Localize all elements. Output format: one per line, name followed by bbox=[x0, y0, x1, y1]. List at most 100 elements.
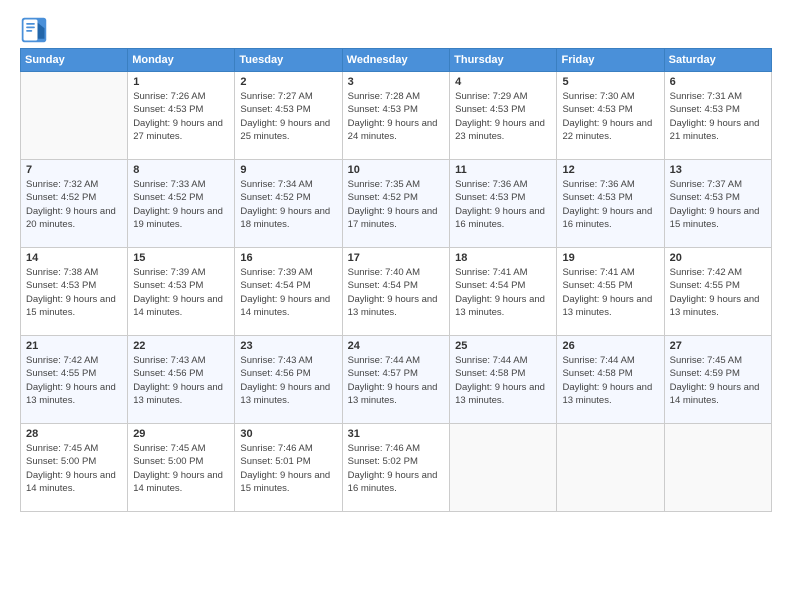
calendar-week-1: 1 Sunrise: 7:26 AMSunset: 4:53 PMDaylight… bbox=[21, 72, 772, 160]
day-info: Sunrise: 7:43 AMSunset: 4:56 PMDaylight:… bbox=[133, 354, 229, 407]
day-number: 11 bbox=[455, 164, 551, 176]
day-info: Sunrise: 7:33 AMSunset: 4:52 PMDaylight:… bbox=[133, 178, 229, 231]
calendar-week-4: 21 Sunrise: 7:42 AMSunset: 4:55 PMDayligh… bbox=[21, 336, 772, 424]
calendar-cell: 25Sunrise: 7:44 AMSunset: 4:58 PMDayligh… bbox=[450, 336, 557, 424]
calendar-week-3: 14 Sunrise: 7:38 AMSunset: 4:53 PMDayligh… bbox=[21, 248, 772, 336]
calendar-cell: 30 Sunrise: 7:46 AMSunset: 5:01 PMDayligh… bbox=[235, 424, 342, 512]
calendar-cell: 31 Sunrise: 7:46 AMSunset: 5:02 PMDayligh… bbox=[342, 424, 449, 512]
day-info: Sunrise: 7:42 AMSunset: 4:55 PMDaylight:… bbox=[670, 266, 766, 319]
weekday-header-tuesday: Tuesday bbox=[235, 49, 342, 72]
calendar-cell bbox=[557, 424, 664, 512]
day-number: 31 bbox=[348, 428, 444, 440]
day-number: 3 bbox=[348, 76, 444, 88]
day-info: Sunrise: 7:46 AMSunset: 5:02 PMDaylight:… bbox=[348, 442, 444, 495]
calendar-cell: 22 Sunrise: 7:43 AMSunset: 4:56 PMDayligh… bbox=[128, 336, 235, 424]
day-info: Sunrise: 7:44 AMSunset: 4:58 PMDaylight:… bbox=[562, 354, 658, 407]
day-info: Sunrise: 7:32 AMSunset: 4:52 PMDaylight:… bbox=[26, 178, 122, 231]
day-number: 21 bbox=[26, 340, 122, 352]
weekday-header-sunday: Sunday bbox=[21, 49, 128, 72]
calendar-cell: 28 Sunrise: 7:45 AMSunset: 5:00 PMDayligh… bbox=[21, 424, 128, 512]
calendar-cell bbox=[664, 424, 771, 512]
weekday-header-wednesday: Wednesday bbox=[342, 49, 449, 72]
day-info: Sunrise: 7:35 AMSunset: 4:52 PMDaylight:… bbox=[348, 178, 444, 231]
day-number: 22 bbox=[133, 340, 229, 352]
weekday-header-friday: Friday bbox=[557, 49, 664, 72]
day-info: Sunrise: 7:26 AMSunset: 4:53 PMDaylight:… bbox=[133, 90, 229, 143]
day-info: Sunrise: 7:43 AMSunset: 4:56 PMDaylight:… bbox=[240, 354, 336, 407]
calendar-cell: 1 Sunrise: 7:26 AMSunset: 4:53 PMDaylight… bbox=[128, 72, 235, 160]
day-info: Sunrise: 7:28 AMSunset: 4:53 PMDaylight:… bbox=[348, 90, 444, 143]
calendar-header-row: SundayMondayTuesdayWednesdayThursdayFrid… bbox=[21, 49, 772, 72]
day-info: Sunrise: 7:45 AMSunset: 5:00 PMDaylight:… bbox=[26, 442, 122, 495]
day-info: Sunrise: 7:37 AMSunset: 4:53 PMDaylight:… bbox=[670, 178, 766, 231]
day-info: Sunrise: 7:27 AMSunset: 4:53 PMDaylight:… bbox=[240, 90, 336, 143]
day-number: 28 bbox=[26, 428, 122, 440]
day-number: 13 bbox=[670, 164, 766, 176]
weekday-header-thursday: Thursday bbox=[450, 49, 557, 72]
calendar-cell: 27Sunrise: 7:45 AMSunset: 4:59 PMDayligh… bbox=[664, 336, 771, 424]
day-info: Sunrise: 7:40 AMSunset: 4:54 PMDaylight:… bbox=[348, 266, 444, 319]
day-info: Sunrise: 7:34 AMSunset: 4:52 PMDaylight:… bbox=[240, 178, 336, 231]
day-number: 19 bbox=[562, 252, 658, 264]
calendar-cell: 7 Sunrise: 7:32 AMSunset: 4:52 PMDaylight… bbox=[21, 160, 128, 248]
day-info: Sunrise: 7:36 AMSunset: 4:53 PMDaylight:… bbox=[455, 178, 551, 231]
calendar-cell: 23 Sunrise: 7:43 AMSunset: 4:56 PMDayligh… bbox=[235, 336, 342, 424]
day-info: Sunrise: 7:39 AMSunset: 4:53 PMDaylight:… bbox=[133, 266, 229, 319]
calendar-cell: 12Sunrise: 7:36 AMSunset: 4:53 PMDayligh… bbox=[557, 160, 664, 248]
day-info: Sunrise: 7:45 AMSunset: 4:59 PMDaylight:… bbox=[670, 354, 766, 407]
day-number: 7 bbox=[26, 164, 122, 176]
day-number: 2 bbox=[240, 76, 336, 88]
calendar-cell: 29 Sunrise: 7:45 AMSunset: 5:00 PMDayligh… bbox=[128, 424, 235, 512]
logo bbox=[20, 16, 52, 44]
calendar-week-5: 28 Sunrise: 7:45 AMSunset: 5:00 PMDayligh… bbox=[21, 424, 772, 512]
day-number: 20 bbox=[670, 252, 766, 264]
day-info: Sunrise: 7:41 AMSunset: 4:55 PMDaylight:… bbox=[562, 266, 658, 319]
day-info: Sunrise: 7:41 AMSunset: 4:54 PMDaylight:… bbox=[455, 266, 551, 319]
calendar-week-2: 7 Sunrise: 7:32 AMSunset: 4:52 PMDaylight… bbox=[21, 160, 772, 248]
calendar-cell: 2 Sunrise: 7:27 AMSunset: 4:53 PMDaylight… bbox=[235, 72, 342, 160]
day-number: 1 bbox=[133, 76, 229, 88]
calendar-cell bbox=[21, 72, 128, 160]
day-info: Sunrise: 7:44 AMSunset: 4:57 PMDaylight:… bbox=[348, 354, 444, 407]
calendar-cell: 18 Sunrise: 7:41 AMSunset: 4:54 PMDayligh… bbox=[450, 248, 557, 336]
day-number: 5 bbox=[562, 76, 658, 88]
day-info: Sunrise: 7:29 AMSunset: 4:53 PMDaylight:… bbox=[455, 90, 551, 143]
calendar-cell: 20 Sunrise: 7:42 AMSunset: 4:55 PMDayligh… bbox=[664, 248, 771, 336]
day-info: Sunrise: 7:36 AMSunset: 4:53 PMDaylight:… bbox=[562, 178, 658, 231]
calendar-cell: 15Sunrise: 7:39 AMSunset: 4:53 PMDayligh… bbox=[128, 248, 235, 336]
calendar-page: SundayMondayTuesdayWednesdayThursdayFrid… bbox=[0, 0, 792, 612]
logo-icon bbox=[20, 16, 48, 44]
calendar-cell: 26 Sunrise: 7:44 AMSunset: 4:58 PMDayligh… bbox=[557, 336, 664, 424]
calendar-cell: 8 Sunrise: 7:33 AMSunset: 4:52 PMDaylight… bbox=[128, 160, 235, 248]
weekday-header-saturday: Saturday bbox=[664, 49, 771, 72]
day-number: 4 bbox=[455, 76, 551, 88]
calendar-cell: 11 Sunrise: 7:36 AMSunset: 4:53 PMDayligh… bbox=[450, 160, 557, 248]
day-number: 8 bbox=[133, 164, 229, 176]
day-number: 25 bbox=[455, 340, 551, 352]
day-number: 29 bbox=[133, 428, 229, 440]
calendar-cell: 6Sunrise: 7:31 AMSunset: 4:53 PMDaylight… bbox=[664, 72, 771, 160]
calendar-cell: 3 Sunrise: 7:28 AMSunset: 4:53 PMDaylight… bbox=[342, 72, 449, 160]
day-number: 23 bbox=[240, 340, 336, 352]
day-number: 30 bbox=[240, 428, 336, 440]
calendar-cell bbox=[450, 424, 557, 512]
day-number: 26 bbox=[562, 340, 658, 352]
page-header bbox=[20, 16, 772, 44]
day-info: Sunrise: 7:45 AMSunset: 5:00 PMDaylight:… bbox=[133, 442, 229, 495]
calendar-cell: 21 Sunrise: 7:42 AMSunset: 4:55 PMDayligh… bbox=[21, 336, 128, 424]
day-info: Sunrise: 7:38 AMSunset: 4:53 PMDaylight:… bbox=[26, 266, 122, 319]
calendar-cell: 16Sunrise: 7:39 AMSunset: 4:54 PMDayligh… bbox=[235, 248, 342, 336]
calendar-cell: 5 Sunrise: 7:30 AMSunset: 4:53 PMDaylight… bbox=[557, 72, 664, 160]
day-number: 10 bbox=[348, 164, 444, 176]
day-info: Sunrise: 7:42 AMSunset: 4:55 PMDaylight:… bbox=[26, 354, 122, 407]
calendar-cell: 10 Sunrise: 7:35 AMSunset: 4:52 PMDayligh… bbox=[342, 160, 449, 248]
calendar-cell: 19 Sunrise: 7:41 AMSunset: 4:55 PMDayligh… bbox=[557, 248, 664, 336]
calendar-cell: 9Sunrise: 7:34 AMSunset: 4:52 PMDaylight… bbox=[235, 160, 342, 248]
day-info: Sunrise: 7:30 AMSunset: 4:53 PMDaylight:… bbox=[562, 90, 658, 143]
day-number: 14 bbox=[26, 252, 122, 264]
calendar-cell: 17Sunrise: 7:40 AMSunset: 4:54 PMDayligh… bbox=[342, 248, 449, 336]
day-number: 18 bbox=[455, 252, 551, 264]
day-info: Sunrise: 7:31 AMSunset: 4:53 PMDaylight:… bbox=[670, 90, 766, 143]
day-info: Sunrise: 7:46 AMSunset: 5:01 PMDaylight:… bbox=[240, 442, 336, 495]
calendar-cell: 14 Sunrise: 7:38 AMSunset: 4:53 PMDayligh… bbox=[21, 248, 128, 336]
